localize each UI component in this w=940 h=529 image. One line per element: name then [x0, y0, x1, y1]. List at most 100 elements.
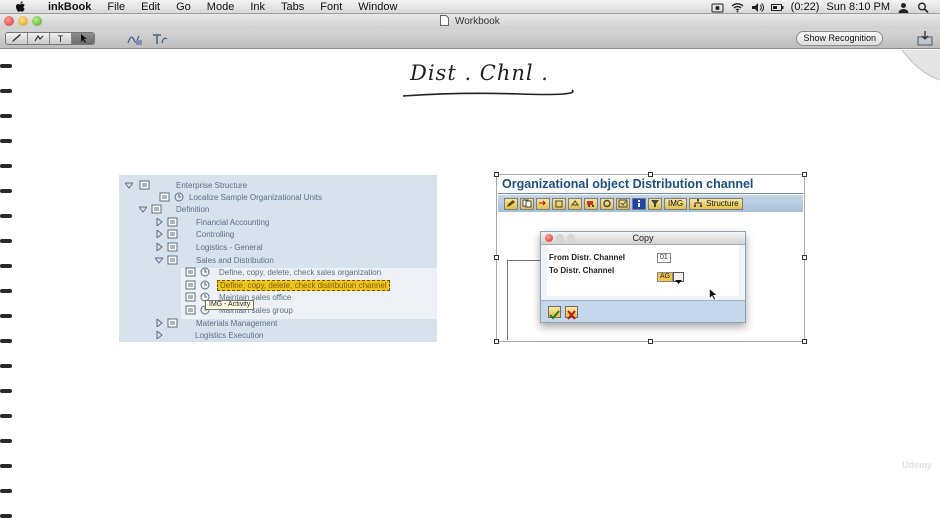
img-node-icon [167, 255, 178, 265]
dialog-minimize-button[interactable] [556, 234, 564, 242]
convert-text-icon[interactable] [151, 32, 169, 46]
menu-file[interactable]: File [99, 0, 133, 14]
lasso-tool-button[interactable] [28, 33, 50, 44]
dialog-close-button[interactable] [545, 234, 553, 242]
tree-label: Logistics Execution [195, 330, 264, 340]
menu-tabs[interactable]: Tabs [273, 0, 312, 14]
pointer-tool-button[interactable] [72, 33, 94, 44]
img-activity-tooltip: IMG - Activity [205, 300, 255, 310]
apple-logo-icon[interactable] [14, 0, 28, 14]
tree-label: Define, copy, delete, check sales organi… [219, 267, 382, 277]
battery-icon[interactable] [770, 2, 784, 13]
collapse-arrow-icon[interactable] [155, 256, 163, 264]
pen-icon [11, 34, 21, 42]
resize-handle-bottom[interactable] [648, 339, 653, 344]
menu-app-name[interactable]: inkBook [40, 0, 99, 14]
clock-activity-icon[interactable] [200, 280, 210, 290]
sap-filter-button[interactable] [648, 197, 662, 210]
tree-row-define-sales-org[interactable]: Define, copy, delete, check sales organi… [185, 266, 381, 278]
menu-window[interactable]: Window [350, 0, 405, 14]
tree-row-logistics-execution[interactable]: Logistics Execution [155, 329, 263, 341]
expand-arrow-icon[interactable] [155, 331, 163, 339]
clock-activity-icon[interactable] [200, 267, 210, 277]
user-icon[interactable] [897, 2, 910, 13]
sap-settings-button[interactable] [600, 197, 614, 210]
notebook-page[interactable]: Dist . Chnl . Enterprise Structure Local… [0, 50, 940, 529]
tree-row-sales-distribution[interactable]: Sales and Distribution [155, 254, 274, 266]
menu-ink[interactable]: Ink [242, 0, 273, 14]
pen-tool-button[interactable] [6, 33, 28, 44]
sap-check-button[interactable] [616, 197, 630, 210]
img-node-icon [159, 192, 170, 202]
menu-font[interactable]: Font [312, 0, 350, 14]
sap-info-button[interactable] [632, 197, 646, 210]
to-channel-input[interactable]: AG [657, 272, 673, 282]
recognize-handwriting-icon[interactable] [126, 32, 144, 46]
window-title: Workbook [454, 16, 500, 27]
expand-arrow-icon[interactable] [155, 319, 163, 327]
menu-edit[interactable]: Edit [133, 0, 168, 14]
spotlight-search-icon[interactable] [917, 2, 930, 13]
tree-row-logistics-general[interactable]: Logistics - General [155, 241, 263, 253]
from-channel-input[interactable]: 01 [657, 253, 671, 263]
menu-go[interactable]: Go [168, 0, 199, 14]
img-node-icon [185, 280, 196, 290]
tree-row-definition[interactable]: Definition [139, 203, 209, 215]
tree-row-enterprise-structure[interactable]: Enterprise Structure [125, 179, 247, 191]
to-channel-dropdown-button[interactable] [673, 272, 684, 284]
menu-bar: inkBook File Edit Go Mode Ink Tabs Font … [0, 0, 940, 14]
sap-structure-button[interactable]: Structure [689, 197, 743, 210]
sap-relocate-button[interactable] [568, 197, 582, 210]
resize-handle-left[interactable] [494, 255, 499, 260]
confirm-button[interactable] [548, 306, 561, 320]
selected-tree-label[interactable]: Define, copy, delete, check distribution… [217, 279, 390, 291]
img-node-icon [185, 292, 196, 302]
tree-label: Enterprise Structure [176, 180, 248, 190]
sap-transport-button[interactable] [536, 197, 550, 210]
sap-copy-snapshot[interactable]: Organizational object Distribution chann… [494, 172, 807, 344]
img-tree-snapshot[interactable]: Enterprise Structure Localize Sample Org… [119, 175, 437, 342]
attachment-inbox-icon[interactable] [916, 30, 934, 47]
img-node-icon [139, 180, 150, 190]
sap-copy-button[interactable] [520, 197, 534, 210]
copy-dialog[interactable]: Copy From Distr. Channel 01 To Distr. Ch… [540, 231, 746, 323]
tree-row-localize[interactable]: Localize Sample Organizational Units [159, 191, 322, 203]
resize-handle-top-right[interactable] [802, 172, 807, 177]
sap-edit-button[interactable] [504, 197, 518, 210]
collapse-arrow-icon[interactable] [125, 181, 133, 189]
text-tool-button[interactable]: T [50, 33, 72, 44]
show-recognition-button[interactable]: Show Recognition [796, 31, 883, 46]
img-node-icon [167, 229, 178, 239]
expand-arrow-icon[interactable] [155, 230, 163, 238]
move-icon [571, 200, 579, 206]
camera-icon[interactable] [711, 2, 724, 13]
resize-handle-bottom-right[interactable] [802, 339, 807, 344]
volume-icon[interactable] [751, 2, 764, 13]
collapse-arrow-icon[interactable] [139, 205, 147, 213]
tree-row-materials-management[interactable]: Materials Management [155, 317, 277, 329]
tree-row-controlling[interactable]: Controlling [155, 228, 234, 240]
pointer-icon [81, 34, 87, 43]
page-curl-corner[interactable] [900, 50, 940, 84]
wifi-icon[interactable] [731, 2, 744, 13]
img-node-icon [185, 267, 196, 277]
expand-arrow-icon[interactable] [155, 218, 163, 226]
dialog-zoom-button[interactable] [567, 234, 575, 242]
battery-time: (0:22) [790, 1, 820, 13]
clock-activity-icon[interactable] [174, 192, 184, 202]
cancel-button[interactable] [565, 306, 578, 320]
tree-row-define-distribution-channel[interactable]: Define, copy, delete, check distribution… [185, 279, 390, 291]
expand-arrow-icon[interactable] [155, 243, 163, 251]
menubar-clock[interactable]: Sun 8:10 PM [826, 1, 890, 13]
copy-icon [522, 199, 532, 208]
tree-row-financial-accounting[interactable]: Financial Accounting [155, 216, 269, 228]
menu-mode[interactable]: Mode [199, 0, 243, 14]
copy-dialog-title: Copy [632, 233, 654, 243]
status-area: (0:22) Sun 8:10 PM [711, 0, 940, 14]
resize-handle-bottom-left[interactable] [494, 339, 499, 344]
resize-handle-right[interactable] [802, 255, 807, 260]
resize-handle-top-left[interactable] [494, 172, 499, 177]
sap-vehicle-button[interactable] [584, 197, 598, 210]
sap-img-button[interactable]: IMG [664, 197, 688, 210]
sap-delete-button[interactable] [552, 197, 566, 210]
